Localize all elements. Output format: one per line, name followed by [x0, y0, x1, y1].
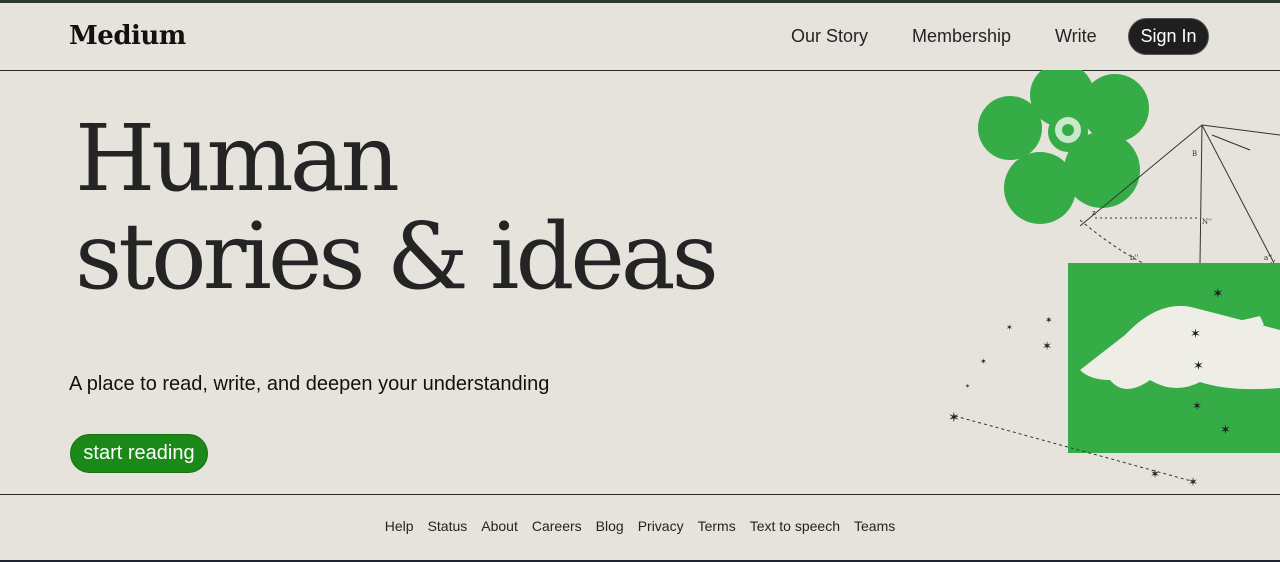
svg-text:✶: ✶ [1188, 475, 1198, 489]
svg-text:✶: ✶ [948, 409, 960, 425]
diagram-label-z: z [1092, 209, 1096, 217]
sign-in-button[interactable]: Sign In [1128, 18, 1209, 55]
svg-text:✶: ✶ [1045, 315, 1053, 325]
footer-privacy[interactable]: Privacy [638, 518, 684, 534]
svg-text:✶: ✶ [1192, 399, 1202, 413]
diagram-label-b2: b'' [1130, 254, 1138, 262]
hero-subtitle: A place to read, write, and deepen your … [69, 373, 550, 395]
site-footer: Help Status About Careers Blog Privacy T… [0, 494, 1280, 560]
site-header: Medium Our Story Membership Write Sign I… [0, 3, 1280, 71]
svg-text:✶: ✶ [1190, 326, 1201, 341]
hero-title-line2: stories & ideas [75, 203, 719, 310]
footer-status[interactable]: Status [428, 518, 468, 534]
hero-title: Human stories & ideas [75, 105, 719, 310]
svg-text:✶: ✶ [1150, 467, 1160, 481]
svg-text:✶: ✶ [980, 357, 987, 366]
nav-write[interactable]: Write [1055, 26, 1097, 47]
footer-links: Help Status About Careers Blog Privacy T… [0, 518, 1280, 534]
diagram-label-n: N'' [1202, 218, 1212, 226]
svg-text:✶: ✶ [965, 383, 970, 390]
nav-our-story[interactable]: Our Story [791, 26, 868, 47]
medium-logo[interactable]: Medium [69, 21, 186, 51]
nav-membership[interactable]: Membership [912, 26, 1011, 47]
footer-blog[interactable]: Blog [596, 518, 624, 534]
hero-title-line1: Human [75, 105, 400, 212]
start-reading-button[interactable]: start reading [70, 434, 208, 473]
footer-careers[interactable]: Careers [532, 518, 582, 534]
footer-about[interactable]: About [481, 518, 518, 534]
flower-geometry-hand-illustration: B N'' E z b'' a'' ✶ ✶ ✶ ✶ ✶ ✶ ✶ ✶ ✶ ✶ ✶ … [948, 70, 1280, 489]
footer-terms[interactable]: Terms [698, 518, 736, 534]
footer-teams[interactable]: Teams [854, 518, 895, 534]
svg-text:✶: ✶ [1212, 285, 1224, 301]
svg-text:✶: ✶ [1193, 358, 1204, 373]
flower-icon [978, 70, 1149, 224]
diagram-label-b: B [1192, 150, 1197, 158]
svg-text:✶: ✶ [1220, 422, 1231, 437]
svg-text:✶: ✶ [1006, 323, 1013, 332]
diagram-label-a2: a'' [1264, 254, 1272, 262]
footer-text-to-speech[interactable]: Text to speech [750, 518, 840, 534]
footer-help[interactable]: Help [385, 518, 414, 534]
svg-text:✶: ✶ [1042, 339, 1052, 353]
